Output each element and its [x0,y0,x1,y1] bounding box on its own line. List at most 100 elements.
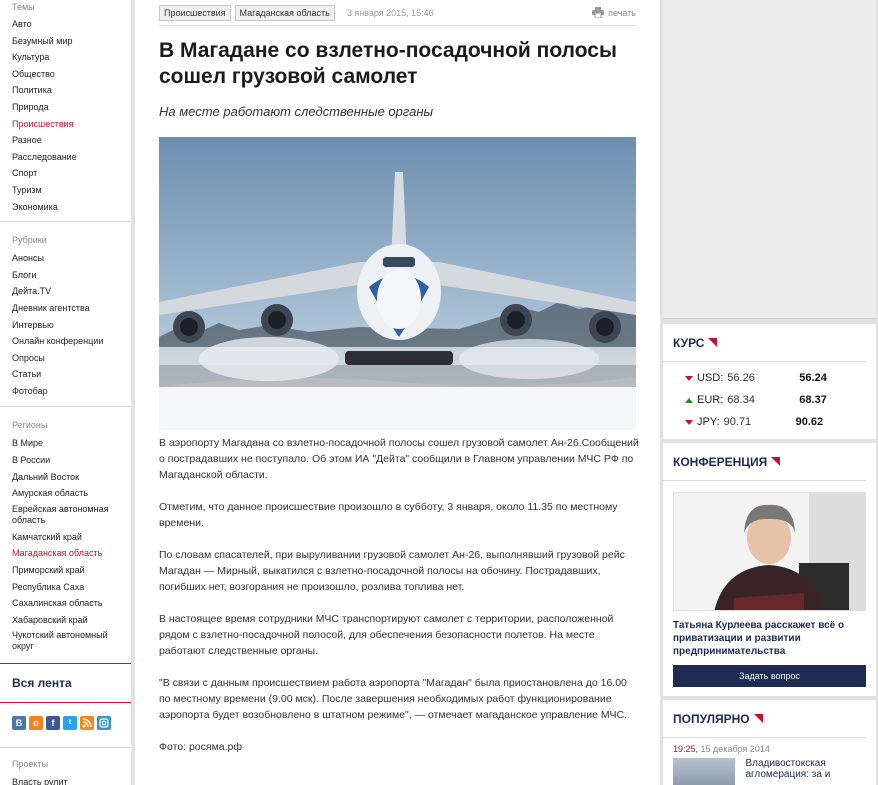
regions-item[interactable]: Хабаровский край [0,612,131,629]
regions-item[interactable]: В Мире [0,435,131,452]
rates-panel: КУРС USD: 56.26 56.24 EUR: 68.34 68.37 J… [663,324,876,439]
arrow-down-icon [685,375,693,381]
printer-icon [592,7,605,18]
article-paragraph: Фото: росяма.рф [159,741,243,753]
article: Происшествия Магаданская область 3 январ… [135,0,660,785]
rss-icon[interactable] [80,716,94,731]
facebook-icon[interactable]: f [46,716,60,731]
tag-incidents[interactable]: Происшествия [159,4,231,21]
conference-photo[interactable] [673,492,866,611]
rubrics-item[interactable]: Дневник агентства [0,300,131,317]
popular-panel: ПОПУЛЯРНО 19:25, 15 декабря 2014 Владиво… [663,700,876,785]
article-paragraph: По словам спасателей, при выруливании гр… [159,549,625,593]
rubrics-item[interactable]: Онлайн конференции [0,333,131,350]
themes-item[interactable]: Разное [0,132,131,149]
article-paragraph: В настоящее время сотрудники МЧС транспо… [159,613,614,657]
rubrics-title: Рубрики [12,235,47,246]
themes-item[interactable]: Природа [0,99,131,116]
themes-item[interactable]: Спорт [0,165,131,182]
themes-item[interactable]: Происшествия [0,116,131,133]
ask-question-button[interactable]: Задать вопрос [673,665,866,687]
social-links: В о f t [0,703,131,743]
rate-row: JPY: 90.71 90.62 [663,411,876,433]
popular-date: 19:25, 15 декабря 2014 [663,738,876,754]
projects-title: Проекты [12,759,49,770]
rates-title: КУРС [673,335,705,350]
regions-item[interactable]: Еврейская автономная область [0,502,125,529]
regions-item[interactable]: Амурская область [0,485,131,502]
rate-new: 68.37 [799,394,827,406]
regions-list: В Мире В России Дальний Восток Амурская обл… [0,435,131,655]
odnoklassniki-icon[interactable]: о [29,716,43,731]
rubrics-item[interactable]: Фотобар [0,383,131,400]
themes-item[interactable]: Авто [0,16,131,33]
tag-region[interactable]: Магаданская область [234,4,335,21]
article-paragraph: В аэропорту Магадана со взлетно-посадочн… [159,437,639,481]
divider [0,747,131,749]
regions-item[interactable]: В России [0,452,131,469]
conference-caption[interactable]: Татьяна Курлеева расскажет всё о привати… [663,611,876,658]
rate-new: 90.62 [795,416,824,428]
popular-title: ПОПУЛЯРНО [673,711,750,726]
conference-header: КОНФЕРЕНЦИЯ [663,443,866,481]
rubrics-item[interactable]: Интервью [0,317,131,334]
article-photo [159,137,636,430]
print-button[interactable]: печать [592,7,636,18]
rates-list: USD: 56.26 56.24 EUR: 68.34 68.37 JPY: 9… [663,362,876,433]
themes-item[interactable]: Безумный мир [0,33,131,50]
project-item[interactable]: Власть рулит [0,774,131,785]
themes-item[interactable]: Политика [0,82,131,99]
article-date: 3 января 2015, 15:46 [346,7,434,18]
popular-day: 15 декабря 2014 [700,744,770,754]
article-title: В Магадане со взлетно-посадочной полосы … [159,39,617,88]
rate-code: USD: [697,372,724,384]
themes-item[interactable]: Экономика [0,199,131,216]
vk-icon[interactable]: В [12,716,26,731]
regions-item[interactable]: Сахалинская область [0,595,131,612]
rate-new: 56.24 [799,372,827,384]
themes-item[interactable]: Расследование [0,149,131,166]
conference-panel: КОНФЕРЕНЦИЯ Татьяна Курлеева расскажет в… [663,443,876,696]
rate-code: EUR: [697,394,724,406]
twitter-icon[interactable]: t [63,716,77,731]
themes-item[interactable]: Культура [0,49,131,66]
rubrics-item[interactable]: Дейта.TV [0,283,131,300]
regions-item[interactable]: Магаданская область [0,545,131,562]
article-meta: Происшествия Магаданская область 3 январ… [159,0,636,26]
themes-item[interactable]: Общество [0,66,131,83]
regions-item[interactable]: Приморский край [0,562,131,579]
rate-code: JPY: [697,416,720,428]
regions-item[interactable]: Дальний Восток [0,469,131,486]
divider [0,221,131,223]
instagram-icon[interactable] [97,716,111,731]
rubrics-item[interactable]: Блоги [0,267,131,284]
popular-thumbnail[interactable] [673,758,736,785]
article-paragraph: "В связи с данным происшествием работа а… [159,677,627,721]
popular-header: ПОПУЛЯРНО [663,700,866,738]
regions-item[interactable]: Камчатский край [0,529,131,546]
rate-row: USD: 56.26 56.24 [663,367,876,389]
divider [0,406,131,408]
article-paragraph: Отметим, что данное происшествие произош… [159,501,618,529]
all-feed-link[interactable]: Вся лента [0,664,131,702]
rates-header: КУРС [663,324,866,362]
rubrics-list: Анонсы Блоги Дейта.TV Дневник агентства Инте… [0,250,131,399]
popular-item[interactable]: Владивостокская агломерация: за и [663,754,876,785]
article-lead: На месте работают следственные органы [159,104,434,119]
regions-item[interactable]: Чукотский автономный округ [0,628,125,655]
regions-item[interactable]: Республика Саха [0,579,131,596]
popular-item-title[interactable]: Владивостокская агломерация: за и [745,758,866,785]
themes-list: Авто Безумный мир Культура Общество Политика… [0,16,131,215]
ad-placeholder [663,0,876,319]
corner-flag-icon [771,457,781,466]
rubrics-item[interactable]: Статьи [0,366,131,383]
conference-title: КОНФЕРЕНЦИЯ [673,454,768,469]
rubrics-item[interactable]: Анонсы [0,250,131,267]
arrow-up-icon [685,397,693,403]
regions-title: Регионы [12,420,48,431]
rubrics-item[interactable]: Опросы [0,350,131,367]
rate-old: 56.26 [727,372,755,384]
rate-old: 90.71 [723,416,752,428]
rate-old: 68.34 [727,394,755,406]
themes-item[interactable]: Туризм [0,182,131,199]
